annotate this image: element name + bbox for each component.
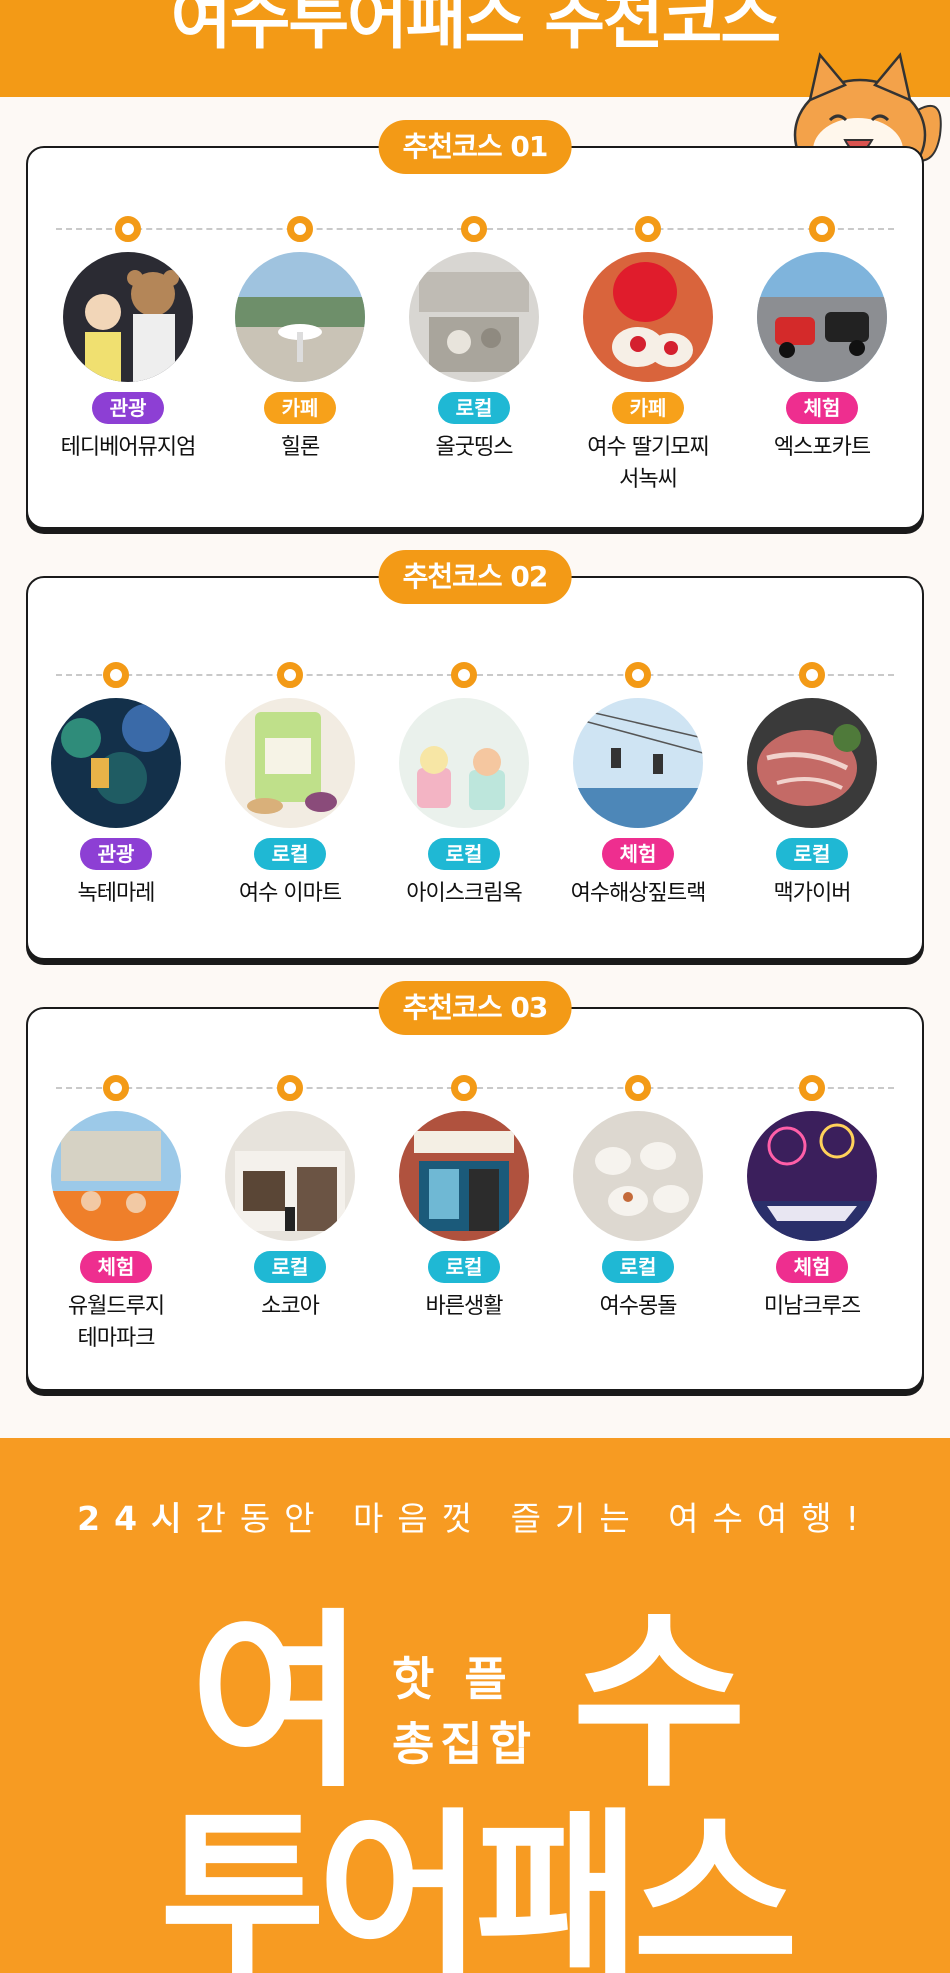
course-stop[interactable]: 관광 녹테마레 [36,662,196,910]
hot-place-label: 핫플 [392,1652,537,1706]
course-stop[interactable]: 로컬 맥가이버 [732,662,892,910]
course-stop[interactable]: 로컬 아이스크림옥 [384,662,544,910]
category-badge: 카페 [612,392,684,424]
category-badge: 로컬 [428,838,500,870]
course-title: 추천코스 03 [378,981,572,1035]
place-name: 소코아 [261,1294,320,1319]
timeline-dot-icon [451,1075,477,1101]
course-stop[interactable]: 카페 힐론 [220,216,380,464]
course-card-03: 추천코스 03 체험 유월드루지 테마파크 로컬 소코아 로컬 바른생활 로컬 … [26,981,924,1391]
place-name: 미남크루즈 [763,1294,861,1319]
timeline-dot-icon [809,216,835,242]
promo-banner: 24시간동안 마음껏 즐기는 여수여행! 여 핫플 총집합 수 투어패스 [0,1438,950,1973]
place-name: 엑스포카트 [773,435,871,460]
place-name: 테디베어뮤지엄 [60,435,197,460]
dessert-photo [573,1111,703,1241]
timeline-dot-icon [451,662,477,688]
place-name: 여수 딸기모찌 서녹씨 [587,435,709,492]
fireworks-cruise-photo [747,1111,877,1241]
timeline-dot-icon [625,662,651,688]
course-stop[interactable]: 로컬 소코아 [210,1075,370,1323]
place-name: 여수몽돌 [599,1294,678,1319]
course-stop[interactable]: 로컬 올굿띵스 [394,216,554,464]
course-stop[interactable]: 로컬 바른생활 [384,1075,544,1323]
timeline-dot-icon [103,662,129,688]
timeline-dot-icon [625,1075,651,1101]
category-badge: 로컬 [254,838,326,870]
timeline-dot-icon [461,216,487,242]
course-card-01: 추천코스 01 관광 테디베어뮤지엄 카페 힐론 로컬 올굿띵스 카페 여수 딸… [26,120,924,529]
category-badge: 체험 [786,392,858,424]
course-stop[interactable]: 관광 테디베어뮤지엄 [48,216,208,464]
collection-label: 총집합 [392,1717,537,1771]
course-stop[interactable]: 체험 여수해상짚트랙 [558,662,718,910]
place-name: 바른생활 [425,1294,504,1319]
teddy-bear-museum-photo [63,252,193,382]
big-title-left: 여 [190,1592,365,1813]
place-name: 아이스크림옥 [406,881,522,906]
category-badge: 관광 [92,392,164,424]
course-stop[interactable]: 체험 엑스포카트 [742,216,902,464]
timeline-dot-icon [799,662,825,688]
category-badge: 카페 [264,392,336,424]
course-stop[interactable]: 로컬 여수몽돌 [558,1075,718,1323]
timeline-dot-icon [277,1075,303,1101]
big-title-bottom: 투어패스 [159,1793,798,1973]
category-badge: 로컬 [438,392,510,424]
category-badge: 체험 [80,1251,152,1283]
course-stop[interactable]: 로컬 여수 이마트 [210,662,370,910]
course-stop[interactable]: 체험 미남크루즈 [732,1075,892,1323]
timeline-dot-icon [799,1075,825,1101]
shop-front-photo [399,1111,529,1241]
category-badge: 로컬 [428,1251,500,1283]
category-badge: 로컬 [602,1251,674,1283]
go-kart-photo [757,252,887,382]
strawberry-mochi-photo [583,252,713,382]
tagline-highlight: 24시 [77,1499,196,1538]
big-title-right: 수 [572,1592,747,1813]
light-show-photo [51,698,181,828]
place-name: 여수해상짚트랙 [570,881,707,906]
category-badge: 체험 [602,838,674,870]
place-name: 올굿띵스 [435,435,514,460]
category-badge: 로컬 [776,838,848,870]
place-name: 녹테마레 [77,881,156,906]
category-badge: 체험 [776,1251,848,1283]
course-title: 추천코스 01 [378,120,572,174]
timeline-dot-icon [103,1075,129,1101]
tagline-text: 간동안 마음껏 즐기는 여수여행! [195,1499,873,1538]
tagline: 24시간동안 마음껏 즐기는 여수여행! [0,1492,950,1540]
timeline-dot-icon [115,216,141,242]
shop-photo [409,252,539,382]
place-name: 힐론 [280,435,320,460]
storefront-photo [225,1111,355,1241]
snack-package-photo [225,698,355,828]
timeline-dot-icon [277,662,303,688]
cafe-hillon-photo [235,252,365,382]
course-title: 추천코스 02 [378,550,572,604]
timeline-dot-icon [635,216,661,242]
timeline-dot-icon [287,216,313,242]
luge-photo [51,1111,181,1241]
place-name: 여수 이마트 [238,881,342,906]
course-card-02: 추천코스 02 관광 녹테마레 로컬 여수 이마트 로컬 아이스크림옥 체험 여… [26,550,924,960]
zipline-photo [573,698,703,828]
category-badge: 관광 [80,838,152,870]
course-stop[interactable]: 체험 유월드루지 테마파크 [36,1075,196,1355]
category-badge: 로컬 [254,1251,326,1283]
place-name: 유월드루지 테마파크 [67,1294,165,1351]
ice-cream-photo [399,698,529,828]
place-name: 맥가이버 [773,881,852,906]
course-stop[interactable]: 카페 여수 딸기모찌 서녹씨 [568,216,728,496]
meat-photo [747,698,877,828]
